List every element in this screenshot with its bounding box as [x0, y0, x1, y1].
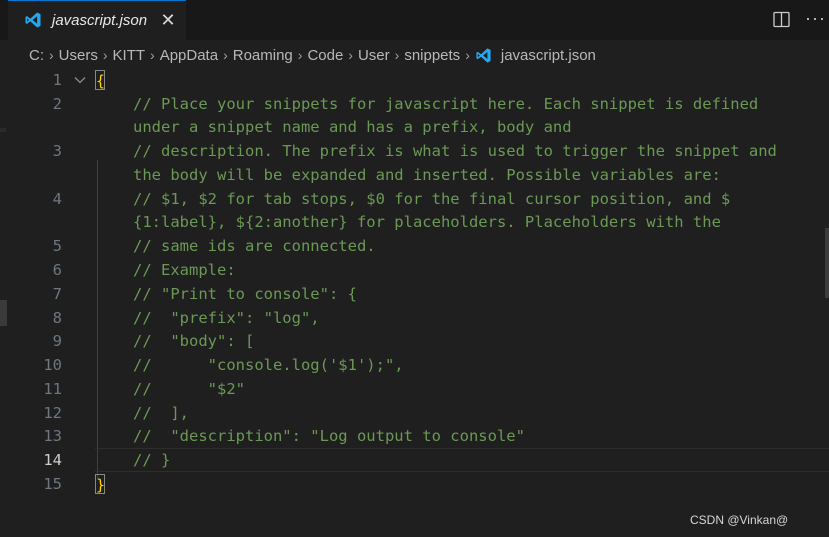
line-number: 11 [43, 380, 62, 398]
watermark: CSDN @Vinkan@ [690, 513, 789, 527]
vscode-icon [476, 47, 491, 63]
line-number: 15 [43, 475, 62, 493]
chevron-right-icon: › [297, 47, 303, 63]
tab-bar: javascript.json ✕ ··· [0, 0, 829, 40]
code-line[interactable]: 4 // $1, $2 for tab stops, $0 for the fi… [0, 187, 829, 211]
comment-text: // ], [133, 404, 189, 422]
vscode-icon [25, 12, 41, 28]
chevron-right-icon: › [102, 47, 108, 63]
code-line[interactable]: 6 // Example: [0, 258, 829, 282]
line-number: 8 [52, 309, 62, 327]
breadcrumb: C: › Users › KITT › AppData › Roaming › … [0, 42, 829, 68]
tab-javascript-json[interactable]: javascript.json ✕ [8, 0, 186, 40]
comment-text: // Place your snippets for javascript he… [133, 95, 759, 113]
comment-text: // same ids are connected. [133, 237, 376, 255]
comment-text: under a snippet name and has a prefix, b… [133, 118, 572, 136]
comment-text: // } [133, 451, 171, 469]
comment-text: // Example: [133, 261, 236, 279]
line-number: 13 [43, 427, 62, 445]
chevron-right-icon: › [348, 47, 353, 63]
breadcrumb-item-snippets[interactable]: snippets [404, 47, 460, 64]
chevron-right-icon: › [49, 47, 54, 63]
comment-text: // "prefix": "log", [133, 309, 320, 327]
line-number: 6 [52, 261, 62, 279]
chevron-down-icon[interactable] [73, 73, 87, 87]
breadcrumb-item-roaming[interactable]: Roaming [233, 47, 293, 64]
chevron-right-icon: › [465, 47, 470, 63]
open-brace: { [95, 70, 106, 90]
code-line[interactable]: 3 // description. The prefix is what is … [0, 139, 829, 163]
comment-text: // "description": "Log output to console… [133, 427, 525, 445]
breadcrumb-item-user[interactable]: User [358, 47, 390, 64]
code-line[interactable]: 12 // ], [0, 401, 829, 425]
close-icon[interactable]: ✕ [159, 11, 177, 29]
line-number: 1 [52, 71, 62, 89]
tab-label: javascript.json [52, 11, 148, 29]
breadcrumb-item-file[interactable]: javascript.json [501, 47, 596, 64]
code-line-wrapped[interactable]: {1:label}, ${2:another} for placeholders… [0, 210, 829, 234]
code-line[interactable]: 1 { [0, 68, 829, 92]
code-line-wrapped[interactable]: under a snippet name and has a prefix, b… [0, 115, 829, 139]
comment-text: // "console.log('$1');", [133, 356, 404, 374]
code-line[interactable]: 9 // "body": [ [0, 329, 829, 353]
comment-text: // "$2" [133, 380, 245, 398]
line-number: 7 [52, 285, 62, 303]
code-line-wrapped[interactable]: the body will be expanded and inserted. … [0, 163, 829, 187]
code-line[interactable]: 15 } [0, 472, 829, 496]
code-line[interactable]: 5 // same ids are connected. [0, 234, 829, 258]
line-number: 4 [52, 190, 62, 208]
comment-text: the body will be expanded and inserted. … [133, 166, 721, 184]
code-line[interactable]: 10 // "console.log('$1');", [0, 353, 829, 377]
line-number: 9 [52, 332, 62, 350]
code-line[interactable]: 8 // "prefix": "log", [0, 306, 829, 330]
code-line-active[interactable]: 14 // } [0, 448, 829, 472]
breadcrumb-item-kitt[interactable]: KITT [113, 47, 146, 64]
line-number: 3 [52, 142, 62, 160]
chevron-right-icon: › [394, 47, 400, 63]
breadcrumb-item-drive[interactable]: C: [29, 47, 44, 64]
comment-text: // $1, $2 for tab stops, $0 for the fina… [133, 190, 731, 208]
breadcrumb-item-appdata[interactable]: AppData [160, 47, 218, 64]
line-number: 5 [52, 237, 62, 255]
code-line[interactable]: 11 // "$2" [0, 377, 829, 401]
code-line[interactable]: 2 // Place your snippets for javascript … [0, 92, 829, 116]
chevron-right-icon: › [150, 47, 155, 63]
line-number: 12 [43, 404, 62, 422]
comment-text: // description. The prefix is what is us… [133, 142, 777, 160]
chevron-right-icon: › [223, 47, 228, 63]
tab-active-indicator [8, 0, 186, 1]
line-number: 10 [43, 356, 62, 374]
code-line[interactable]: 7 // "Print to console": { [0, 282, 829, 306]
breadcrumb-item-code[interactable]: Code [307, 47, 343, 64]
code-editor[interactable]: 1 { 2 // Place your snippets for javascr… [0, 68, 829, 537]
code-line[interactable]: 13 // "description": "Log output to cons… [0, 424, 829, 448]
comment-text: // "Print to console": { [133, 285, 357, 303]
comment-text: {1:label}, ${2:another} for placeholders… [133, 213, 721, 231]
comment-text: // "body": [ [133, 332, 255, 350]
split-editor-icon[interactable] [773, 11, 790, 28]
line-number: 2 [52, 95, 62, 113]
more-actions-icon[interactable]: ··· [805, 8, 826, 29]
line-number-active: 14 [43, 451, 62, 469]
breadcrumb-item-users[interactable]: Users [59, 47, 98, 64]
close-brace: } [95, 474, 106, 494]
